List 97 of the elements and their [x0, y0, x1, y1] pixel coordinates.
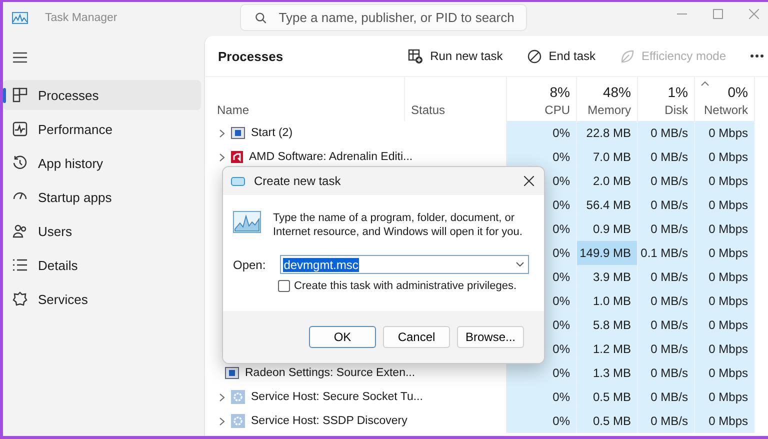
toolbar-button[interactable]: Run new task — [402, 44, 509, 68]
toolbar-button[interactable]: End task — [520, 44, 602, 68]
table-cell: 22.8 MB — [577, 121, 638, 145]
table-cell: 0 MB/s — [638, 217, 695, 241]
table-cell: 0 Mbps — [695, 169, 755, 193]
sidebar-item[interactable]: Startup apps — [3, 182, 201, 212]
add-window-icon — [408, 48, 424, 64]
table-cell: 0 MB/s — [638, 265, 695, 289]
history-icon — [12, 155, 28, 171]
list-icon — [12, 257, 28, 273]
table-cell: 0 MB/s — [638, 361, 695, 385]
table-cell: 0 MB/s — [638, 385, 695, 409]
process-name: Radeon Settings: Source Exten... — [245, 367, 416, 379]
table-cell: 0% — [507, 145, 577, 169]
table-cell: 0% — [507, 409, 577, 433]
gear-icon — [231, 390, 245, 404]
chevron-icon[interactable] — [219, 152, 225, 162]
process-name: Service Host: Secure Socket Tu... — [251, 391, 423, 403]
table-cell: 0 Mbps — [695, 145, 755, 169]
pulse-icon — [12, 121, 28, 137]
process-name: AMD Software: Adrenalin Editi... — [249, 151, 413, 163]
table-cell: 0 Mbps — [695, 121, 755, 145]
table-cell: 2.0 MB — [577, 169, 638, 193]
sidebar-item[interactable]: Performance — [3, 114, 201, 144]
window-icon — [225, 367, 239, 379]
table-cell: 149.9 MB — [577, 241, 638, 265]
window-title: Task Manager — [45, 12, 118, 24]
table-cell: 1.2 MB — [577, 337, 638, 361]
dialog-button[interactable]: Cancel — [383, 326, 450, 348]
search-icon — [255, 12, 267, 24]
dialog-title: Create new task — [254, 174, 341, 188]
table-cell: 5.8 MB — [577, 313, 638, 337]
dropdown-caret-icon[interactable] — [516, 262, 524, 267]
process-name: Service Host: SSDP Discovery — [251, 415, 408, 427]
table-cell: 0 Mbps — [695, 337, 755, 361]
dialog-button[interactable]: OK — [309, 326, 376, 348]
table-cell: 0 Mbps — [695, 241, 755, 265]
search-field[interactable]: Type a name, publisher, or PID to search — [240, 4, 527, 31]
column-header[interactable]: Name — [205, 77, 405, 121]
window-icon — [231, 127, 245, 139]
table-cell: 0 Mbps — [695, 385, 755, 409]
chart-window-icon — [233, 211, 261, 233]
users-icon — [12, 223, 28, 239]
column-header[interactable]: Status — [405, 77, 507, 121]
table-cell: 0% — [507, 121, 577, 145]
leaf-icon — [620, 48, 634, 64]
maximize-icon[interactable] — [713, 8, 723, 18]
chevron-icon[interactable] — [219, 416, 225, 426]
sidebar-item[interactable]: Processes — [3, 80, 201, 110]
app-icon — [231, 151, 243, 163]
table-cell: 0 MB/s — [638, 193, 695, 217]
gear-icon — [231, 414, 245, 428]
sidebar-item[interactable]: Users — [3, 216, 201, 246]
table-cell: 56.4 MB — [577, 193, 638, 217]
table-cell: 1.0 MB — [577, 289, 638, 313]
table-cell: 1.3 MB — [577, 361, 638, 385]
table-cell: 0.1 MB/s — [638, 241, 695, 265]
table-cell: 0.5 MB — [577, 409, 638, 433]
table-cell: 0 MB/s — [638, 409, 695, 433]
chevron-icon[interactable] — [219, 128, 225, 138]
table-cell: 0.5 MB — [577, 385, 638, 409]
chevron-icon[interactable] — [219, 392, 225, 402]
table-cell: 0 Mbps — [695, 193, 755, 217]
table-cell: 0 Mbps — [695, 265, 755, 289]
process-name: Start (2) — [251, 127, 293, 139]
more-icon[interactable] — [750, 54, 764, 58]
table-cell: 0 MB/s — [638, 121, 695, 145]
app-logo-icon — [12, 12, 28, 24]
table-cell: 3.9 MB — [577, 265, 638, 289]
table-cell: 0 MB/s — [638, 169, 695, 193]
sidebar-item[interactable]: App history — [3, 148, 201, 178]
table-cell: 0% — [507, 361, 577, 385]
table-cell: 0 MB/s — [638, 145, 695, 169]
table-cell: 0 MB/s — [638, 289, 695, 313]
table-cell: 0 Mbps — [695, 313, 755, 337]
prohibited-icon — [526, 48, 542, 64]
table-cell: 0 MB/s — [638, 337, 695, 361]
table-cell: 0 MB/s — [638, 313, 695, 337]
app-logo-icon — [231, 176, 245, 186]
table-cell: 0.9 MB — [577, 217, 638, 241]
open-combo-box[interactable]: devmgmt.msc — [280, 255, 529, 274]
table-cell: 0 Mbps — [695, 217, 755, 241]
close-icon[interactable] — [524, 176, 534, 186]
table-cell: 7.0 MB — [577, 145, 638, 169]
checkbox[interactable] — [278, 280, 290, 292]
menu-icon[interactable] — [13, 52, 27, 63]
table-cell: 0 Mbps — [695, 289, 755, 313]
page-title: Processes — [218, 48, 284, 64]
dialog-button[interactable]: Browse... — [457, 326, 524, 348]
grid-icon — [12, 87, 28, 103]
field-label: Open: — [233, 258, 266, 272]
table-cell: 0 Mbps — [695, 409, 755, 433]
sidebar-item[interactable]: Services — [3, 284, 201, 314]
gear-icon — [12, 291, 28, 307]
sidebar-item[interactable]: Details — [3, 250, 201, 280]
table-cell: 0% — [507, 385, 577, 409]
table-cell: 0 Mbps — [695, 361, 755, 385]
